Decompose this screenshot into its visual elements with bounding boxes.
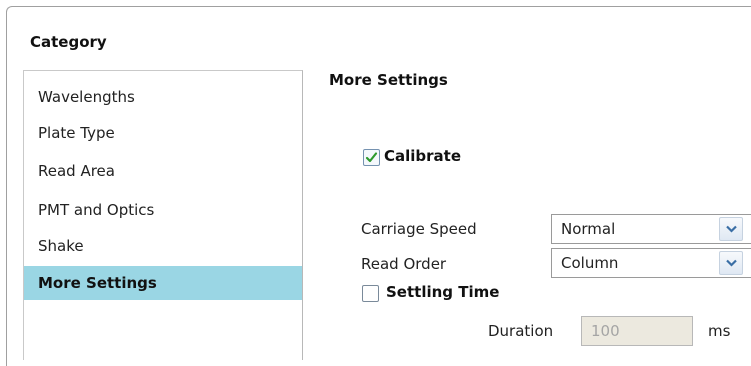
category-heading: Category: [30, 33, 107, 51]
chevron-down-icon: [726, 225, 737, 233]
check-icon: [365, 152, 378, 163]
duration-unit-label: ms: [708, 322, 731, 340]
duration-input[interactable]: [582, 317, 692, 345]
calibrate-label: Calibrate: [384, 147, 462, 165]
panel-title: More Settings: [329, 71, 448, 89]
carriage-speed-dropdown-button[interactable]: [719, 217, 743, 241]
category-item-more-settings[interactable]: More Settings: [24, 266, 302, 300]
category-item-pmt-and-optics[interactable]: PMT and Optics: [24, 193, 302, 227]
duration-label: Duration: [488, 322, 554, 340]
read-order-value: Column: [561, 254, 619, 272]
carriage-speed-select[interactable]: Normal: [551, 214, 751, 244]
chevron-down-icon: [726, 259, 737, 267]
category-list: Wavelengths Plate Type Read Area PMT and…: [23, 70, 303, 360]
read-order-dropdown-button[interactable]: [719, 251, 743, 275]
category-item-read-area[interactable]: Read Area: [24, 154, 302, 188]
read-order-label: Read Order: [361, 255, 447, 273]
carriage-speed-label: Carriage Speed: [361, 220, 477, 238]
category-item-plate-type[interactable]: Plate Type: [24, 116, 302, 150]
category-item-shake[interactable]: Shake: [24, 229, 302, 263]
category-item-wavelengths[interactable]: Wavelengths: [24, 80, 302, 114]
read-order-select[interactable]: Column: [551, 248, 751, 278]
carriage-speed-value: Normal: [561, 220, 616, 238]
settling-time-checkbox[interactable]: [362, 285, 379, 302]
calibrate-checkbox[interactable]: [363, 149, 380, 166]
settling-time-label: Settling Time: [386, 283, 500, 301]
duration-field[interactable]: [581, 316, 693, 346]
